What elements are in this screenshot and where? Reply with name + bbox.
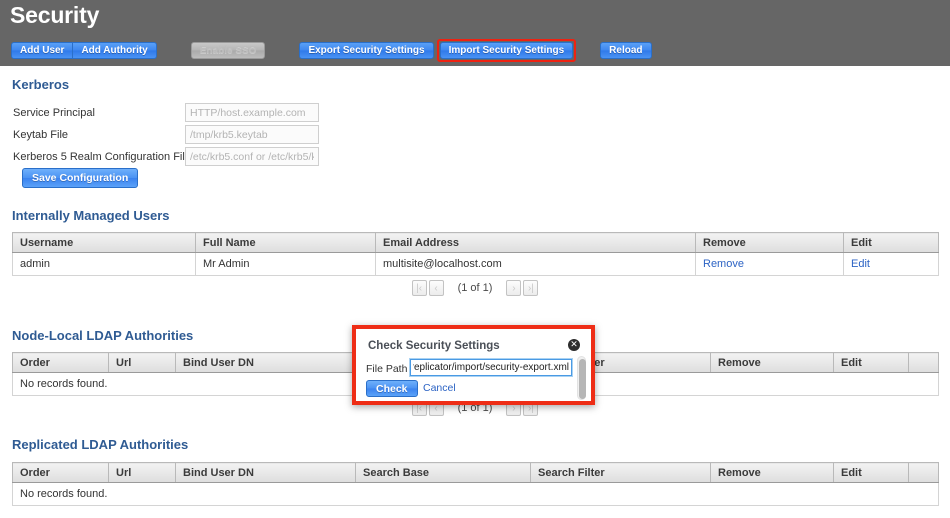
col-fullname: Full Name	[195, 232, 376, 253]
col-remove: Remove	[710, 352, 834, 373]
edit-user-link[interactable]: Edit	[851, 258, 870, 270]
add-user-button[interactable]: Add User	[11, 42, 74, 59]
pagination-last-button[interactable]: ›|	[523, 280, 539, 296]
col-order: Order	[12, 352, 109, 373]
file-path-label: File Path	[366, 363, 408, 375]
export-security-settings-button[interactable]: Export Security Settings	[299, 42, 434, 59]
col-search-filter: Search Filter	[530, 462, 711, 483]
col-order: Order	[12, 462, 109, 483]
cell-edit: Edit	[843, 252, 939, 276]
add-authority-button[interactable]: Add Authority	[73, 42, 157, 59]
replicated-ldap-table: Order Url Bind User DN Search Base Searc…	[12, 462, 939, 506]
save-configuration-button[interactable]: Save Configuration	[22, 168, 139, 188]
krb5-realm-config-input[interactable]	[185, 147, 319, 166]
kerberos-section-title: Kerberos	[12, 77, 70, 92]
pagination-label: (1 of 1)	[457, 282, 493, 294]
check-button[interactable]: Check	[366, 380, 418, 397]
cell-email: multisite@localhost.com	[375, 252, 696, 276]
col-bind-user-dn: Bind User DN	[175, 352, 356, 373]
col-search-base: Search Base	[355, 462, 531, 483]
dialog-title: Check Security Settings	[368, 340, 500, 352]
close-icon[interactable]: ✕	[568, 339, 580, 351]
import-button-highlight: Import Security Settings	[436, 39, 577, 62]
cell-username: admin	[12, 252, 196, 276]
page-title: Security	[10, 2, 100, 28]
dialog-scrollbar[interactable]	[577, 356, 586, 400]
col-email: Email Address	[375, 232, 696, 253]
cell-remove: Remove	[695, 252, 844, 276]
header-toolbar: Add User Add Authority Enable SSO Export…	[11, 39, 652, 62]
keytab-file-input[interactable]	[185, 125, 319, 144]
col-spacer	[908, 352, 939, 373]
check-security-settings-dialog: Check Security Settings ✕ File Path Chec…	[352, 325, 595, 405]
internally-managed-users-title: Internally Managed Users	[12, 208, 170, 223]
pagination-next-button[interactable]: ›	[506, 280, 522, 296]
col-bind-user-dn: Bind User DN	[175, 462, 356, 483]
service-principal-label: Service Principal	[13, 107, 95, 119]
node-local-ldap-title: Node-Local LDAP Authorities	[12, 328, 194, 343]
col-spacer	[908, 462, 939, 483]
dialog-scrollbar-thumb[interactable]	[579, 359, 586, 399]
replicated-empty-cell: No records found.	[12, 482, 939, 506]
pagination-prev-button[interactable]: ‹	[428, 280, 444, 296]
col-username: Username	[12, 232, 196, 253]
krb5-realm-config-label: Kerberos 5 Realm Configuration File	[13, 151, 191, 163]
col-remove: Remove	[710, 462, 834, 483]
reload-button[interactable]: Reload	[600, 42, 652, 59]
users-table-header-row: Username Full Name Email Address Remove …	[12, 232, 939, 253]
pagination-first-button[interactable]: |‹	[411, 280, 427, 296]
keytab-file-label: Keytab File	[13, 129, 69, 141]
col-remove: Remove	[695, 232, 844, 253]
col-edit: Edit	[833, 352, 909, 373]
cancel-link[interactable]: Cancel	[423, 382, 456, 394]
page-header: Security Add User Add Authority Enable S…	[0, 0, 950, 66]
cell-fullname: Mr Admin	[195, 252, 376, 276]
remove-user-link[interactable]: Remove	[703, 258, 744, 270]
table-row: No records found.	[12, 482, 939, 506]
replicated-header-row: Order Url Bind User DN Search Base Searc…	[12, 462, 939, 483]
col-url: Url	[108, 352, 176, 373]
internally-managed-users-table: Username Full Name Email Address Remove …	[12, 232, 939, 276]
table-row: admin Mr Admin multisite@localhost.com R…	[12, 252, 939, 276]
add-button-group: Add User Add Authority	[11, 42, 157, 59]
col-url: Url	[108, 462, 176, 483]
enable-sso-button: Enable SSO	[190, 42, 266, 59]
col-edit: Edit	[833, 462, 909, 483]
dialog-body: Check Security Settings ✕ File Path Chec…	[356, 329, 591, 401]
import-security-settings-button[interactable]: Import Security Settings	[439, 42, 574, 59]
users-pagination: |‹ ‹ (1 of 1) › ›|	[0, 280, 950, 296]
col-edit: Edit	[843, 232, 939, 253]
service-principal-input[interactable]	[185, 103, 319, 122]
replicated-ldap-title: Replicated LDAP Authorities	[12, 437, 189, 452]
file-path-input[interactable]	[409, 358, 573, 377]
security-page: Security Add User Add Authority Enable S…	[0, 0, 950, 518]
